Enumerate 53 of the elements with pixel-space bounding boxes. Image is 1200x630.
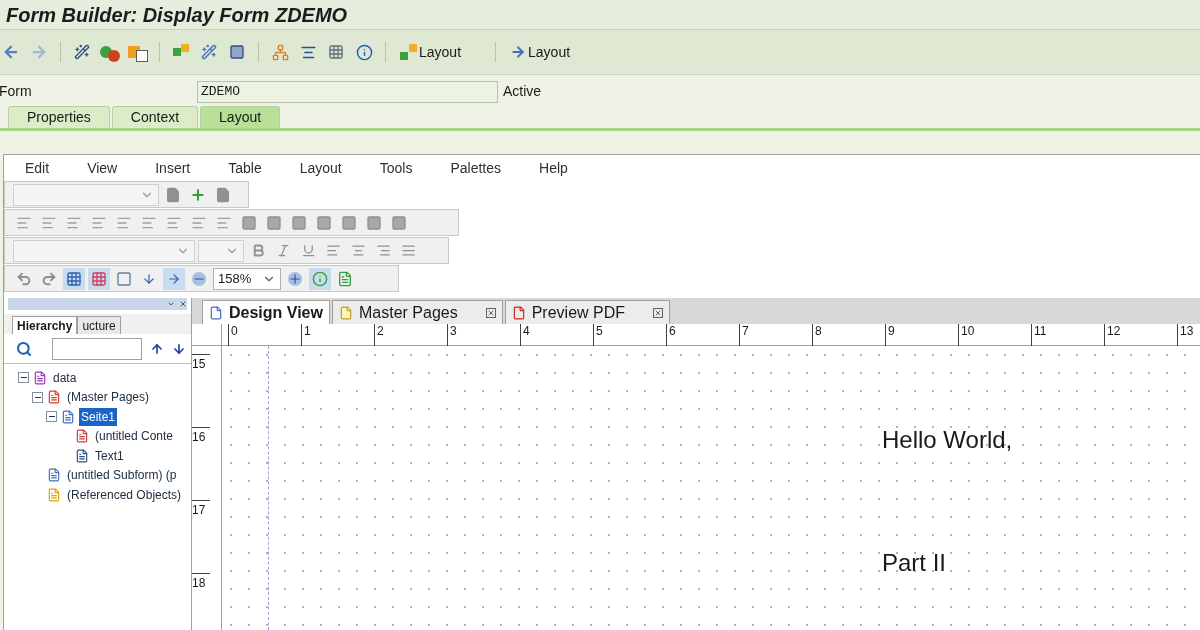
menu-item[interactable]: Palettes xyxy=(450,157,502,179)
palette-tab[interactable]: Hierarchy xyxy=(12,316,78,334)
tab[interactable]: Context xyxy=(111,106,199,128)
form-name-field[interactable]: ZDEMO xyxy=(197,80,498,103)
palette-tab[interactable]: ucture xyxy=(77,316,121,334)
style-dropdown[interactable] xyxy=(13,183,159,206)
tree-item[interactable]: (Referenced Objects) xyxy=(65,485,184,504)
menu-item[interactable]: Table xyxy=(228,157,262,179)
close-icon[interactable] xyxy=(653,307,664,318)
text-object[interactable]: Part II xyxy=(882,545,947,581)
editor-tab[interactable]: Master Pages xyxy=(331,300,503,324)
help-icon[interactable] xyxy=(309,267,331,290)
menu-item[interactable]: View xyxy=(87,157,118,179)
tree-item[interactable]: (Master Pages) xyxy=(65,388,152,407)
snap-grid-icon[interactable] xyxy=(88,267,110,290)
up-icon[interactable] xyxy=(150,341,164,356)
menu-item[interactable]: Help xyxy=(539,157,568,179)
collapse-toggle[interactable] xyxy=(46,411,57,423)
tree-item[interactable]: (untitled Conte xyxy=(93,427,176,446)
search-icon[interactable] xyxy=(16,340,32,357)
grid-icon[interactable] xyxy=(63,267,85,290)
layout-button[interactable]: Layout xyxy=(506,41,575,63)
dropdown-icon[interactable] xyxy=(167,300,175,308)
status-text: Active xyxy=(503,82,542,101)
collapse-toggle[interactable] xyxy=(18,372,29,384)
menu-item[interactable]: Layout xyxy=(299,157,342,179)
tree-item[interactable]: (untitled Subform) (p xyxy=(65,466,179,485)
tree-item[interactable]: data xyxy=(51,368,79,387)
pages-icon xyxy=(47,390,61,405)
tab[interactable]: Layout xyxy=(200,106,281,128)
tab[interactable]: Properties xyxy=(8,106,110,128)
menu-item[interactable]: Tools xyxy=(379,157,413,179)
form-label: Form xyxy=(0,82,33,101)
search-field[interactable] xyxy=(52,337,142,360)
tree-item[interactable]: Seite1 xyxy=(79,407,118,426)
text-object[interactable]: Hello World, xyxy=(882,422,1013,458)
size-dropdown[interactable] xyxy=(198,239,244,262)
font-dropdown[interactable] xyxy=(13,239,195,262)
window-title: Form Builder: Display Form ZDEMO xyxy=(6,2,348,28)
pdf-icon xyxy=(511,305,526,320)
editor-tab[interactable]: Preview PDF xyxy=(504,300,671,324)
layout-button[interactable]: Layout xyxy=(396,41,466,63)
menu-item[interactable]: Insert xyxy=(155,157,191,179)
editor-tab[interactable]: Design View xyxy=(202,300,330,324)
objects-icon xyxy=(400,44,417,60)
menu-item[interactable]: Edit xyxy=(25,157,50,179)
collapse-toggle[interactable] xyxy=(32,391,43,403)
vertical-ruler: 15 16 17 18 xyxy=(192,346,222,630)
close-icon[interactable] xyxy=(485,307,496,318)
tree-item[interactable]: Text1 xyxy=(93,446,126,465)
zoom-dropdown[interactable]: 158% xyxy=(213,267,281,290)
down-icon[interactable] xyxy=(172,341,186,356)
close-icon[interactable] xyxy=(179,300,187,308)
